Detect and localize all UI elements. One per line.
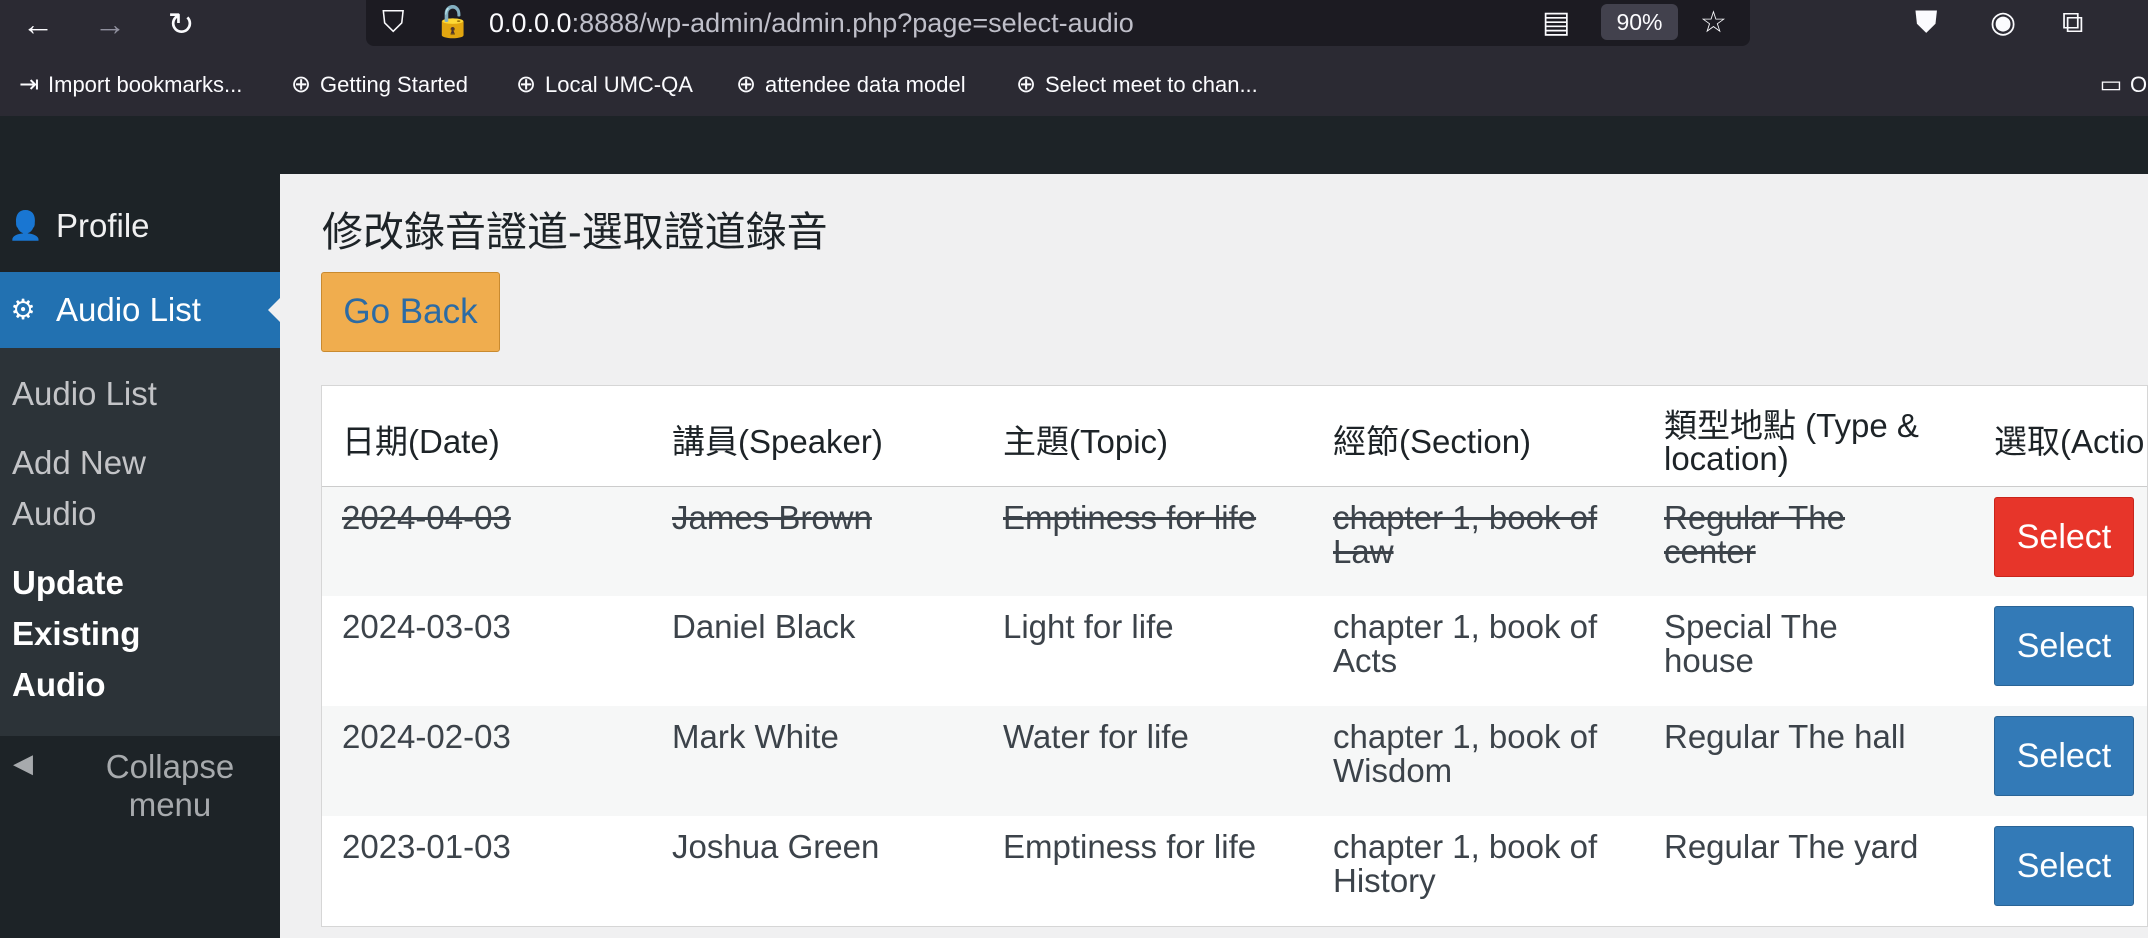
cell-speaker: Mark White — [672, 718, 839, 755]
collapse-menu-button[interactable]: ◀ Collapse menu — [0, 736, 280, 836]
bookmark-import[interactable]: ⇥ Import bookmarks... — [14, 68, 242, 102]
cell-date: 2024-03-03 — [342, 608, 511, 645]
select-button[interactable]: Select — [1994, 716, 2134, 796]
cell-date: 2024-02-03 — [342, 718, 511, 755]
select-button[interactable]: Select — [1994, 496, 2134, 577]
reload-icon[interactable]: ↻ — [161, 4, 201, 44]
cell-section: chapter 1, book of Wisdom — [1333, 718, 1598, 789]
bookmark-local-umc-qa[interactable]: ⊕ Local UMC-QA — [511, 68, 693, 102]
folder-icon: ▭ — [2099, 71, 2123, 98]
cell-speaker: Daniel Black — [672, 608, 856, 645]
cell-speaker: Joshua Green — [672, 828, 880, 865]
bookmark-other-folder[interactable]: ▭ O — [2096, 68, 2147, 102]
user-icon: 👤 — [8, 210, 43, 241]
select-button[interactable]: Select — [1994, 826, 2134, 906]
column-header-action: 選取(Actio — [1974, 386, 2147, 487]
zoom-level-badge[interactable]: 90% — [1601, 4, 1678, 40]
submenu-add-new-audio[interactable]: Add New Audio — [12, 437, 212, 539]
select-button[interactable]: Select — [1994, 606, 2134, 686]
insecure-lock-icon[interactable]: 🔓 — [434, 3, 471, 43]
cell-type-location: Regular The center — [1664, 498, 1846, 570]
table-row: 2024-04-03 James Brown Emptiness for lif… — [322, 486, 2147, 596]
admin-sidebar: 👤 Profile ⚙ Audio List Audio List Add Ne… — [0, 174, 280, 938]
sidebar-item-audio-list[interactable]: ⚙ Audio List — [0, 272, 280, 348]
bookmark-label: Local UMC-QA — [545, 72, 693, 97]
sidebar-item-label: Audio List — [56, 291, 201, 328]
column-header-date: 日期(Date) — [322, 386, 652, 487]
sidebar-item-profile[interactable]: 👤 Profile — [0, 194, 280, 258]
wp-admin-bar — [0, 116, 2148, 174]
cell-action: Select — [1974, 706, 2147, 816]
audio-table-container: 日期(Date) 講員(Speaker) 主題(Topic) 經節(Sectio… — [321, 385, 2148, 927]
cell-action: Select — [1974, 816, 2147, 926]
collapse-arrow-icon: ◀ — [13, 748, 33, 778]
bookmark-label: Import bookmarks... — [48, 72, 243, 97]
url-text[interactable]: 0.0.0.0:8888/wp-admin/admin.php?page=sel… — [489, 5, 1134, 41]
forward-icon[interactable]: → — [90, 4, 130, 44]
main-content: 修改錄音證道-選取證道錄音 Go Back 日期(Date) 講員(Speake… — [280, 174, 2148, 938]
cell-topic: Emptiness for life — [1003, 828, 1257, 865]
cell-topic: Emptiness for life — [1003, 498, 1257, 536]
column-header-speaker: 講員(Speaker) — [652, 386, 983, 487]
cell-type-location: Regular The hall — [1664, 718, 1906, 755]
bookmark-label: attendee data model — [765, 72, 966, 97]
table-header-row: 日期(Date) 講員(Speaker) 主題(Topic) 經節(Sectio… — [322, 386, 2147, 487]
globe-icon: ⊕ — [735, 71, 757, 98]
cell-topic: Light for life — [1003, 608, 1174, 645]
bookmarks-bar: ⇥ Import bookmarks... ⊕ Getting Started ⊕ L… — [0, 46, 2148, 116]
account-icon[interactable]: ◉ — [1990, 3, 2016, 43]
bookmark-label: O — [2130, 72, 2148, 97]
audio-table: 日期(Date) 講員(Speaker) 主題(Topic) 經節(Sectio… — [322, 386, 2147, 926]
globe-icon: ⊕ — [515, 71, 537, 98]
bookmark-getting-started[interactable]: ⊕ Getting Started — [286, 68, 468, 102]
cell-section: chapter 1, book of History — [1333, 828, 1598, 899]
url-host: 0.0.0.0 — [489, 8, 572, 38]
browser-toolbar: ← → ↻ ⛉ 🔓 0.0.0.0:8888/wp-admin/admin.ph… — [0, 0, 2148, 46]
audio-submenu: Audio List Add New Audio Update Existing… — [0, 348, 280, 736]
cell-type-location: Regular The yard — [1664, 828, 1919, 865]
submenu-update-existing-audio[interactable]: Update Existing Audio — [12, 557, 192, 710]
submenu-audio-list[interactable]: Audio List — [12, 368, 272, 419]
column-header-topic: 主題(Topic) — [983, 386, 1313, 487]
cell-action: Select — [1974, 596, 2147, 706]
collapse-menu-label: Collapse menu — [105, 748, 235, 823]
current-menu-arrow — [268, 298, 280, 322]
page-title: 修改錄音證道-選取證道錄音 — [322, 209, 828, 255]
table-row: 2023-01-03 Joshua Green Emptiness for li… — [322, 816, 2147, 926]
cell-action: Select — [1974, 486, 2147, 596]
back-icon[interactable]: ← — [18, 4, 58, 44]
cell-type-location: Special The house — [1664, 608, 1838, 679]
url-path: :8888/wp-admin/admin.php?page=select-aud… — [571, 8, 1134, 38]
cell-section: chapter 1, book of Acts — [1333, 608, 1598, 679]
sidebar-item-label: Profile — [56, 207, 150, 244]
url-bar[interactable]: ⛉ 🔓 0.0.0.0:8888/wp-admin/admin.php?page… — [366, 0, 1750, 46]
cell-topic: Water for life — [1003, 718, 1189, 755]
bookmark-label: Getting Started — [320, 72, 468, 97]
pocket-icon[interactable]: ⛊ — [1915, 3, 1938, 43]
import-icon: ⇥ — [18, 71, 40, 98]
star-icon[interactable]: ☆ — [1700, 3, 1727, 43]
column-header-type-location: 類型地點 (Type & location) — [1644, 386, 1974, 487]
cell-section: chapter 1, book of Law — [1333, 498, 1598, 570]
table-row: 2024-02-03 Mark White Water for life cha… — [322, 706, 2147, 816]
extensions-icon[interactable]: ⧉ — [2062, 3, 2083, 43]
bookmark-label: Select meet to chan... — [1045, 72, 1258, 97]
cell-speaker: James Brown — [672, 498, 872, 536]
globe-icon: ⊕ — [290, 71, 312, 98]
shield-icon[interactable]: ⛉ — [382, 3, 405, 43]
reader-view-icon[interactable]: ▤ — [1542, 3, 1570, 43]
bookmark-attendee-data-model[interactable]: ⊕ attendee data model — [731, 68, 966, 102]
gear-icon: ⚙ — [10, 294, 36, 325]
cell-date: 2023-01-03 — [342, 828, 511, 865]
table-row: 2024-03-03 Daniel Black Light for life c… — [322, 596, 2147, 706]
column-header-section: 經節(Section) — [1313, 386, 1644, 487]
bookmark-select-meet[interactable]: ⊕ Select meet to chan... — [1011, 68, 1258, 102]
globe-icon: ⊕ — [1015, 71, 1037, 98]
cell-date: 2024-04-03 — [342, 498, 511, 536]
go-back-button[interactable]: Go Back — [321, 272, 500, 352]
